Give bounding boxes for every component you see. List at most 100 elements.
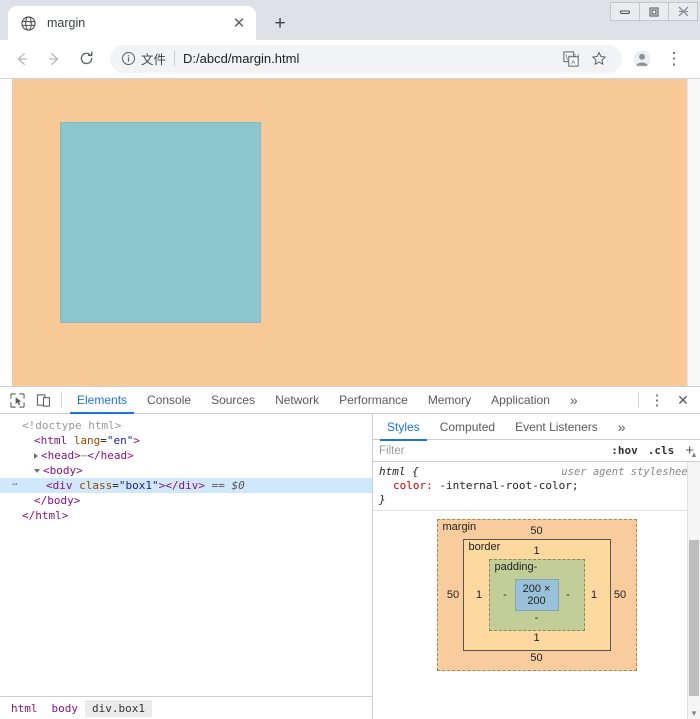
padding-label: padding- xyxy=(494,561,538,573)
padding-right-value[interactable]: - xyxy=(559,589,578,601)
breadcrumb-item[interactable]: body xyxy=(45,700,86,717)
scroll-down-icon[interactable]: ▼ xyxy=(688,707,700,719)
devtools-tabs-overflow-icon[interactable]: » xyxy=(560,387,588,413)
url-scheme-label: 文件 xyxy=(141,53,167,67)
scroll-up-icon[interactable]: ▲ xyxy=(688,448,700,460)
url-text: D:/abcd/margin.html xyxy=(183,51,300,66)
border-right-value[interactable]: 1 xyxy=(585,589,604,601)
page-info-icon[interactable] xyxy=(120,51,136,67)
filter-input[interactable] xyxy=(373,440,607,461)
devtools-body: <!doctype html> <html lang="en"> <head>⋯</… xyxy=(0,414,700,719)
margin-label: margin xyxy=(442,521,477,533)
dom-node-row[interactable]: ⋯ <div class="box1"></div> == $0 xyxy=(0,478,372,493)
new-tab-button[interactable]: + xyxy=(266,9,294,37)
box-model-content-size[interactable]: 200 × 200 xyxy=(514,579,559,611)
devtools-tab-memory[interactable]: Memory xyxy=(418,387,481,413)
border-left-value[interactable]: 1 xyxy=(470,589,489,601)
rule-selector[interactable]: html { xyxy=(379,465,419,479)
inspect-element-icon[interactable] xyxy=(4,388,30,412)
margin-right-value[interactable]: 50 xyxy=(611,589,630,601)
hov-toggle[interactable]: :hov xyxy=(606,444,643,457)
close-icon[interactable] xyxy=(668,2,698,21)
devtools-close-icon[interactable]: ✕ xyxy=(670,388,696,412)
box-model-wrap: margin 50 50 border 1 1 padding- - 200 ×… xyxy=(373,511,700,719)
devtools-tab-performance[interactable]: Performance xyxy=(329,387,418,413)
back-icon[interactable] xyxy=(8,45,36,73)
div-box1 xyxy=(60,122,261,323)
border-bottom-value[interactable]: 1 xyxy=(470,631,604,646)
page-viewport xyxy=(0,78,700,386)
translate-icon[interactable]: \u6587 A xyxy=(558,46,584,72)
devtools-tab-elements[interactable]: Elements xyxy=(67,387,137,414)
border-label: border xyxy=(468,541,501,553)
address-bar[interactable]: 文件 D:/abcd/margin.html \u6587 A xyxy=(110,44,622,73)
margin-bottom-value[interactable]: 50 xyxy=(444,651,630,666)
toolbar-divider-right xyxy=(638,392,639,408)
avatar[interactable] xyxy=(628,45,656,73)
styles-pane: Styles Computed Event Listeners » :hov .… xyxy=(373,414,700,719)
globe-icon xyxy=(20,15,37,32)
dom-node-text: <!doctype html> xyxy=(22,419,122,432)
styles-scrollbar-thumb[interactable] xyxy=(689,540,699,696)
tab-styles[interactable]: Styles xyxy=(377,414,430,441)
svg-text:A: A xyxy=(571,59,576,66)
browser-window: margin ✕ + 文件 D:/abcd/margin.html A ⋮ El… xyxy=(0,0,700,719)
browser-menu-icon[interactable]: ⋮ xyxy=(660,45,688,73)
rule-close-brace: } xyxy=(379,493,386,506)
dom-node-text: <head>⋯</head> xyxy=(41,449,134,462)
dom-node-row[interactable]: </body> xyxy=(0,493,372,508)
dom-node-row[interactable]: <head>⋯</head> xyxy=(0,448,372,463)
device-toolbar-icon[interactable] xyxy=(30,388,56,412)
tab-event-listeners[interactable]: Event Listeners xyxy=(505,414,608,440)
dom-node-row[interactable]: <!doctype html> xyxy=(0,418,372,433)
dom-node-text: </body> xyxy=(34,494,81,507)
tab-strip: margin ✕ + xyxy=(0,0,700,40)
devtools-panel: Elements Console Sources Network Perform… xyxy=(0,386,700,719)
dom-node-text: <body> xyxy=(43,464,83,477)
devtools-more-icon[interactable]: ⋮ xyxy=(644,388,670,412)
devtools-tab-console[interactable]: Console xyxy=(137,387,201,413)
devtools-tab-application[interactable]: Application xyxy=(481,387,560,413)
devtools-tab-sources[interactable]: Sources xyxy=(201,387,265,413)
padding-left-value[interactable]: - xyxy=(496,589,515,601)
styles-scrollbar[interactable]: ▲ ▼ xyxy=(687,450,700,719)
elements-pane: <!doctype html> <html lang="en"> <head>⋯</… xyxy=(0,414,373,719)
cls-toggle[interactable]: .cls xyxy=(643,444,680,457)
toolbar-divider xyxy=(61,392,62,408)
devtools-toolbar: Elements Console Sources Network Perform… xyxy=(0,387,700,414)
devtools-tab-network[interactable]: Network xyxy=(265,387,329,413)
breadcrumb-item[interactable]: div.box1 xyxy=(85,699,152,717)
omnibox-divider xyxy=(174,51,176,66)
rule-value[interactable]: -internal-root-color; xyxy=(439,479,578,492)
rule-origin: user agent stylesheet xyxy=(561,466,694,478)
box-model-border[interactable]: border 1 1 padding- - 200 × 200 - - 1 1 xyxy=(462,539,611,651)
forward-icon[interactable] xyxy=(40,45,68,73)
browser-tab-margin[interactable]: margin ✕ xyxy=(8,6,256,40)
rule-property[interactable]: color: xyxy=(379,479,433,492)
close-icon[interactable]: ✕ xyxy=(230,14,248,32)
dom-node-text: <div class="box1"></div> == $0 xyxy=(46,479,245,492)
box-model-margin[interactable]: margin 50 50 border 1 1 padding- - 200 ×… xyxy=(436,519,637,671)
chevron-down-icon[interactable] xyxy=(34,468,40,473)
minimize-icon[interactable] xyxy=(610,2,640,21)
dom-node-row[interactable]: <html lang="en"> xyxy=(0,433,372,448)
maximize-icon[interactable] xyxy=(639,2,669,21)
dom-tree[interactable]: <!doctype html> <html lang="en"> <head>⋯</… xyxy=(0,414,372,696)
tab-computed[interactable]: Computed xyxy=(430,414,505,440)
omnibox-actions: \u6587 A xyxy=(558,46,612,72)
dom-node-text: </html> xyxy=(22,509,69,522)
box-model-padding[interactable]: padding- - - 200 × 200 xyxy=(488,559,585,631)
styles-tabs-overflow-icon[interactable]: » xyxy=(608,414,636,440)
window-controls xyxy=(610,2,698,21)
page-scrollbar[interactable] xyxy=(687,79,700,386)
dom-node-row[interactable]: <body> xyxy=(0,463,372,478)
dom-node-text: <html lang="en"> xyxy=(34,434,140,447)
bookmark-star-icon[interactable] xyxy=(586,46,612,72)
dom-node-row[interactable]: </html> xyxy=(0,508,372,523)
padding-bottom-value[interactable]: - xyxy=(496,611,578,626)
margin-left-value[interactable]: 50 xyxy=(444,589,463,601)
breadcrumb-item[interactable]: html xyxy=(4,700,45,717)
chevron-right-icon[interactable] xyxy=(34,452,38,459)
reload-icon[interactable] xyxy=(72,45,100,73)
dom-row-gutter: ⋯ xyxy=(12,480,18,490)
